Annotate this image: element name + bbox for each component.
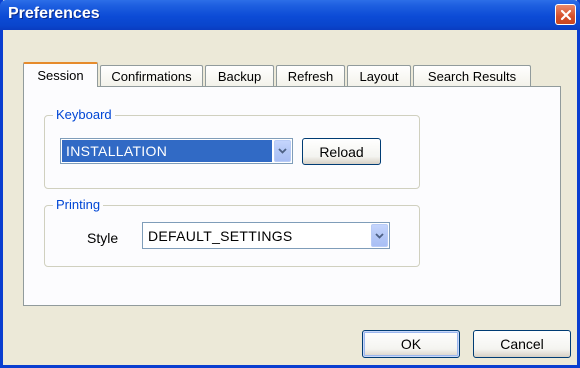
printing-group-label: Printing <box>53 197 104 212</box>
cancel-button-label: Cancel <box>500 336 544 352</box>
title-bar[interactable]: Preferences <box>0 0 580 30</box>
style-select-value: DEFAULT_SETTINGS <box>148 227 293 244</box>
close-icon <box>560 9 571 20</box>
tab-label: Session <box>37 68 84 83</box>
keyboard-group: Keyboard INSTALLATION Reload <box>44 107 420 189</box>
tab-label: Refresh <box>287 68 334 84</box>
keyboard-select-value: INSTALLATION <box>62 140 272 162</box>
chevron-down-icon[interactable] <box>371 224 388 247</box>
style-label: Style <box>87 230 119 246</box>
tab-label: Layout <box>359 68 399 84</box>
session-panel: Keyboard INSTALLATION Reload Printing St… <box>23 86 561 306</box>
tab-backup[interactable]: Backup <box>205 65 274 86</box>
printing-group: Printing Style DEFAULT_SETTINGS <box>44 197 420 267</box>
tab-refresh[interactable]: Refresh <box>276 65 345 86</box>
window-title: Preferences <box>8 5 100 22</box>
style-select[interactable]: DEFAULT_SETTINGS <box>142 222 390 249</box>
tab-label: Backup <box>217 68 262 84</box>
tab-session[interactable]: Session <box>23 62 98 87</box>
chevron-down-icon[interactable] <box>274 140 291 162</box>
close-button[interactable] <box>555 4 576 25</box>
reload-button[interactable]: Reload <box>302 138 381 165</box>
ok-button[interactable]: OK <box>362 330 460 358</box>
keyboard-select[interactable]: INSTALLATION <box>60 138 293 164</box>
ok-button-label: OK <box>400 336 422 352</box>
tab-label: Confirmations <box>111 68 192 84</box>
tab-layout[interactable]: Layout <box>347 65 411 86</box>
preferences-window: Preferences Session Confirmations Backup… <box>0 0 580 368</box>
reload-button-label: Reload <box>319 143 364 160</box>
cancel-button[interactable]: Cancel <box>473 330 571 358</box>
tab-label: Search Results <box>427 68 517 84</box>
keyboard-group-label: Keyboard <box>53 107 115 122</box>
tab-search-results[interactable]: Search Results <box>413 65 531 86</box>
tab-confirmations[interactable]: Confirmations <box>100 65 203 86</box>
